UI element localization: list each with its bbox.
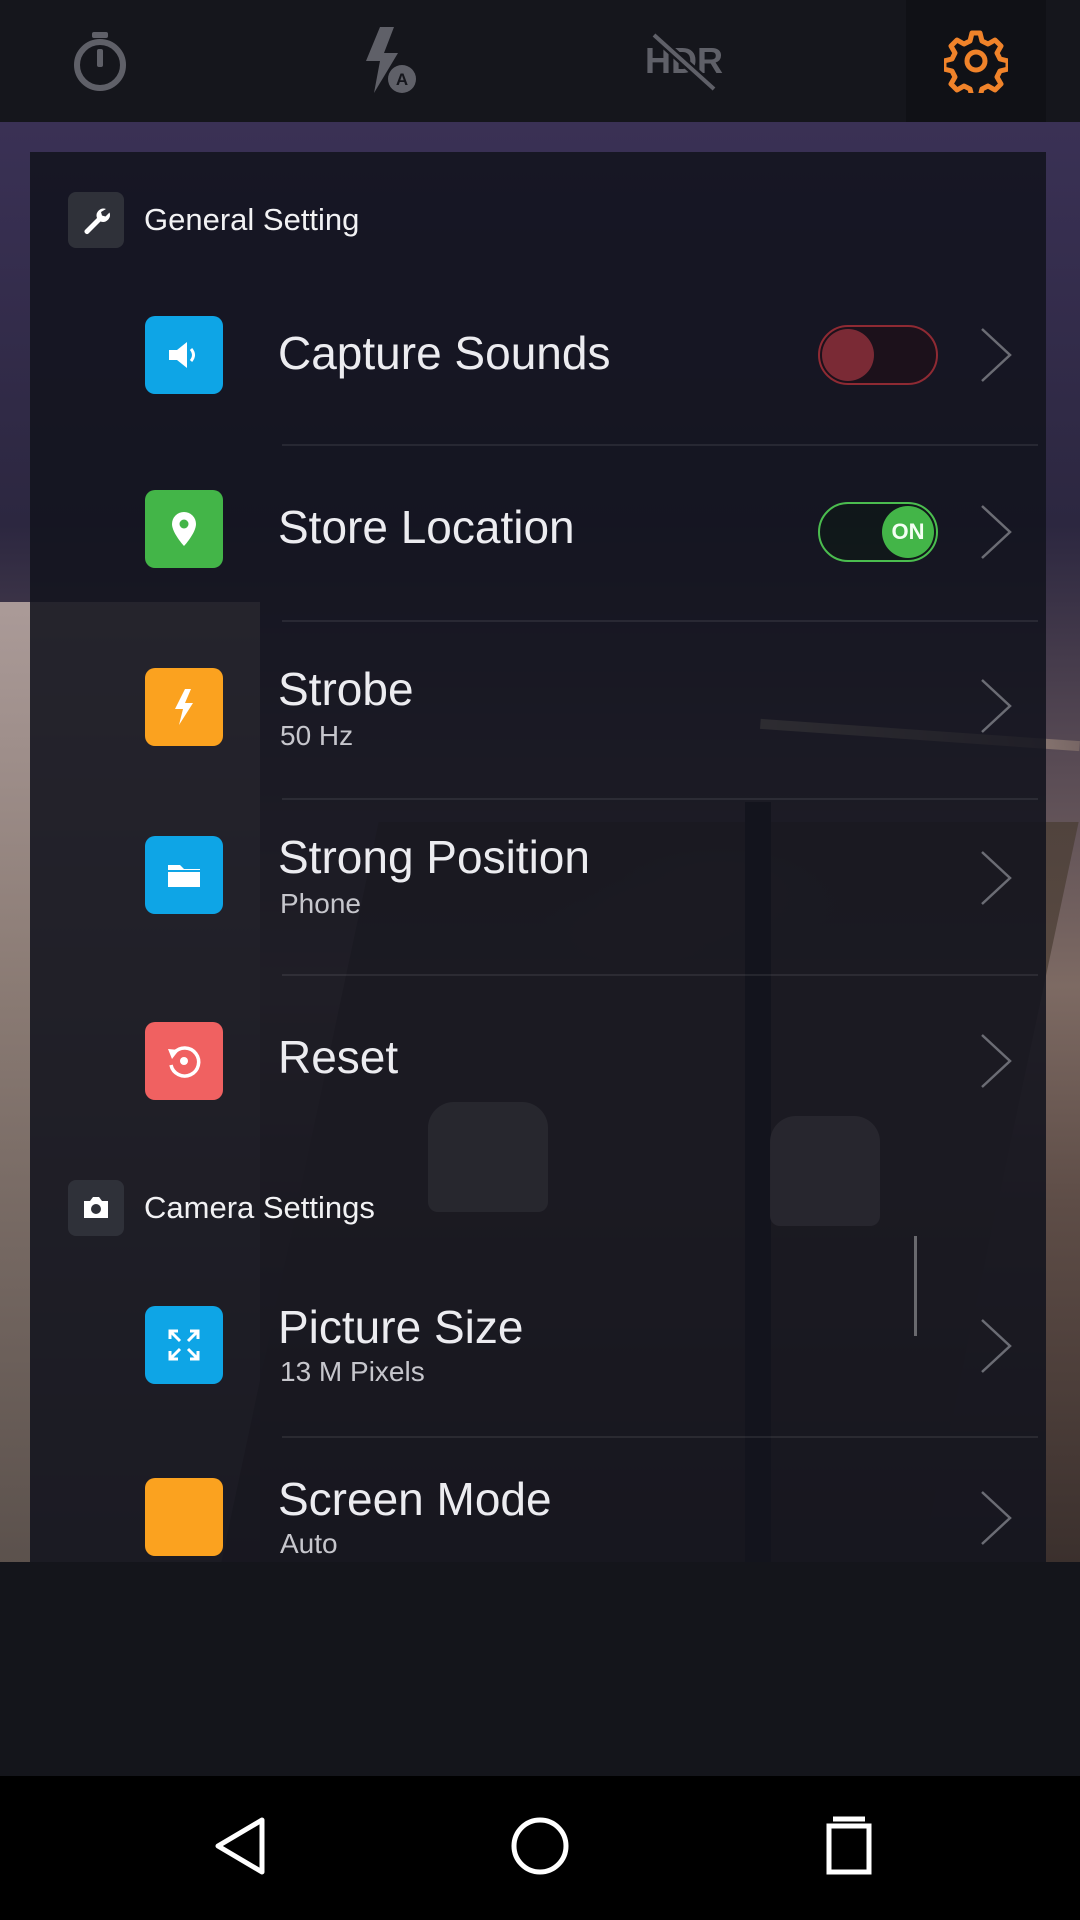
hdr-off-icon: HDR [644,29,724,93]
flash-button[interactable]: A [320,0,460,122]
setting-value: 50 Hz [280,720,354,751]
back-triangle-icon [212,1816,268,1880]
setting-value: 13 M Pixels [280,1356,425,1387]
setting-row-strobe[interactable]: Strobe 50 Hz [30,663,1046,808]
toggle-on-text: ON [882,506,934,558]
camera-toolbar: A HDR [0,0,1080,122]
setting-label: Store Location [278,501,575,553]
wrench-icon [68,192,124,248]
setting-label: Strong Position [278,831,590,883]
gear-icon [944,29,1008,93]
empty-bottom-area [0,1562,1080,1776]
section-title: General Setting [144,202,360,237]
general-setting-header: General Setting [68,192,359,248]
chevron-right-icon [981,328,1012,382]
setting-row-picture-size[interactable]: Picture Size 13 M Pixels [30,1301,1046,1446]
speaker-icon [145,316,223,394]
settings-panel: General Setting Capture Sounds Store Loc… [30,152,1046,1562]
hdr-button[interactable]: HDR [614,0,754,122]
screen-mode-icon [145,1478,223,1556]
expand-icon [145,1306,223,1384]
chevron-right-icon [981,505,1012,559]
recents-button[interactable] [788,1798,908,1898]
chevron-right-icon [981,851,1012,905]
setting-label: Strobe [278,663,414,715]
flash-auto-icon: A [358,25,422,97]
store-location-toggle[interactable]: ON [818,502,938,562]
chevron-right-icon [981,1034,1012,1088]
svg-text:A: A [396,70,408,89]
setting-label: Reset [278,1031,399,1083]
setting-value: Phone [280,888,361,919]
timer-button[interactable] [30,0,170,122]
setting-label: Capture Sounds [278,327,611,379]
lightning-icon [145,668,223,746]
camera-icon [68,1180,124,1236]
chevron-right-icon [981,679,1012,733]
home-button[interactable] [480,1798,600,1898]
settings-button[interactable] [906,0,1046,122]
back-button[interactable] [180,1798,300,1898]
system-navigation-bar [0,1776,1080,1920]
setting-value: Auto [280,1528,338,1559]
reset-icon [145,1022,223,1100]
setting-row-store-location[interactable]: Store Location ON [30,490,1046,630]
camera-settings-header: Camera Settings [68,1180,375,1236]
chevron-right-icon [981,1491,1012,1545]
setting-row-reset[interactable]: Reset [30,1022,1046,1142]
setting-row-strong-position[interactable]: Strong Position Phone [30,831,1046,976]
folder-icon [145,836,223,914]
setting-label: Screen Mode [278,1473,552,1525]
location-pin-icon [145,490,223,568]
setting-row-screen-mode[interactable]: Screen Mode Auto [30,1473,1046,1562]
setting-label: Picture Size [278,1301,524,1353]
capture-sounds-toggle[interactable] [818,325,938,385]
chevron-right-icon [981,1319,1012,1373]
stopwatch-icon [68,29,132,93]
section-title: Camera Settings [144,1190,375,1225]
setting-row-capture-sounds[interactable]: Capture Sounds [30,316,1046,456]
home-circle-icon [510,1816,570,1880]
recents-square-icon [823,1816,873,1880]
